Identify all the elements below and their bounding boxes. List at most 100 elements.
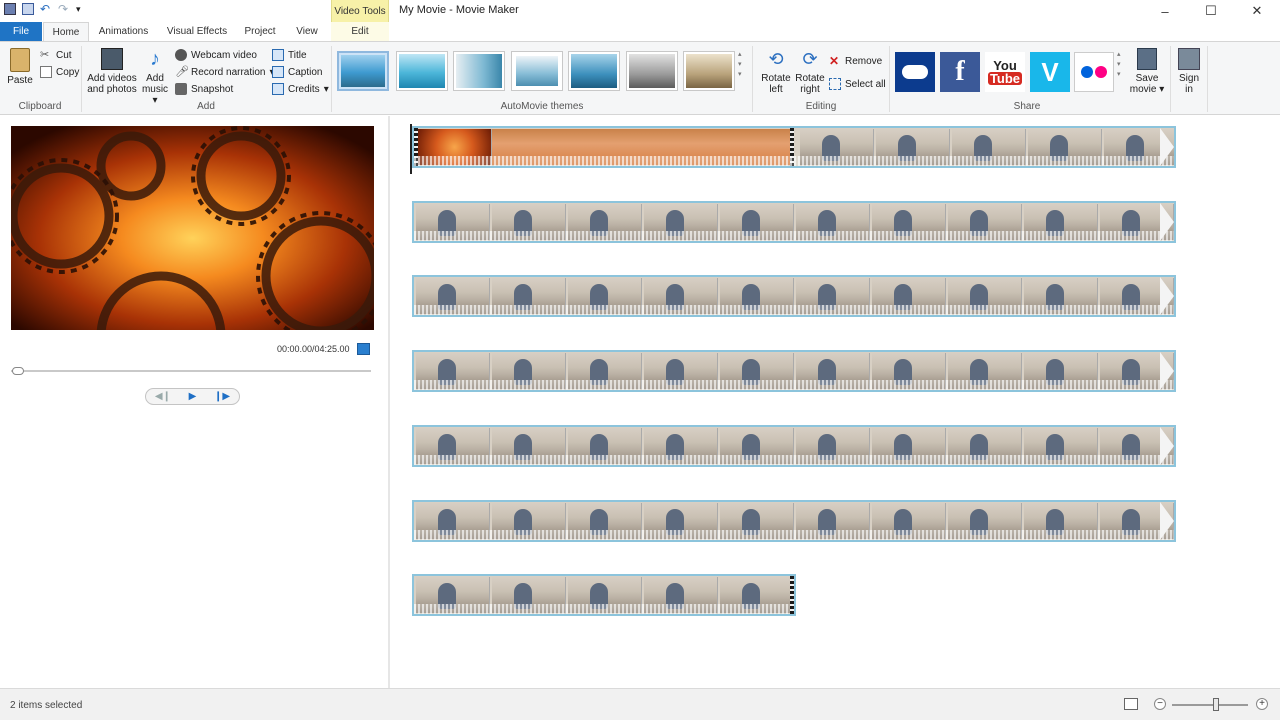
storyboard-clip-row[interactable] bbox=[412, 574, 796, 616]
theme-contemporary[interactable] bbox=[396, 51, 448, 91]
audio-waveform bbox=[414, 530, 1174, 540]
flickr-icon[interactable] bbox=[1074, 52, 1114, 92]
seek-thumb[interactable] bbox=[12, 367, 24, 375]
select-all-button[interactable]: Select all bbox=[829, 76, 886, 92]
chevron-down-icon[interactable]: ▾ bbox=[738, 60, 742, 68]
tab-animations[interactable]: Animations bbox=[92, 22, 155, 41]
storyboard-clip-row[interactable] bbox=[412, 126, 1176, 168]
zoom-slider[interactable] bbox=[1172, 704, 1248, 706]
youtube-icon[interactable]: You Tube bbox=[985, 52, 1025, 92]
audio-waveform bbox=[414, 156, 1174, 166]
theme-default[interactable] bbox=[337, 51, 389, 91]
sign-in-button[interactable]: Sign in bbox=[1175, 48, 1203, 95]
webcam-icon bbox=[175, 49, 187, 61]
minimize-button[interactable]: – bbox=[1142, 0, 1188, 22]
zoom-in-icon[interactable]: + bbox=[1256, 698, 1268, 710]
camera-icon bbox=[175, 83, 187, 95]
status-bar: 2 items selected − + bbox=[0, 688, 1280, 720]
record-narration-button[interactable]: 🎤︎ Record narration ▾ bbox=[175, 64, 275, 80]
rotate-left-button[interactable]: ⟲ Rotate left bbox=[758, 48, 794, 95]
clip-end-marker bbox=[790, 576, 794, 614]
rotate-right-icon: ⟳ bbox=[802, 49, 818, 69]
storyboard-clip-row[interactable] bbox=[412, 201, 1176, 243]
save-movie-button[interactable]: Save movie ▾ bbox=[1129, 48, 1165, 95]
previous-frame-icon[interactable]: ◀❙ bbox=[155, 391, 171, 402]
app-icon bbox=[4, 3, 16, 15]
onedrive-icon[interactable] bbox=[895, 52, 935, 92]
title-bar: ↶ ↷ ▾ My Movie - Movie Maker – ☐ ✕ bbox=[0, 0, 1280, 22]
chevron-up-icon[interactable]: ▴ bbox=[738, 50, 742, 58]
vimeo-icon[interactable]: V bbox=[1030, 52, 1070, 92]
webcam-video-button[interactable]: Webcam video bbox=[175, 47, 257, 63]
ribbon: Paste ✂ Cut Copy Clipboard Add videos an… bbox=[0, 41, 1280, 115]
title-icon bbox=[272, 49, 284, 61]
caption-button[interactable]: Caption bbox=[272, 64, 322, 80]
tab-edit[interactable]: Edit bbox=[331, 22, 389, 41]
cut-button[interactable]: ✂ Cut bbox=[40, 47, 72, 63]
video-tools-header: Video Tools bbox=[331, 0, 389, 22]
zoom-thumb[interactable] bbox=[1213, 698, 1219, 711]
separator bbox=[1170, 46, 1171, 112]
share-group-label: Share bbox=[1013, 101, 1041, 112]
credits-icon bbox=[272, 83, 284, 95]
close-button[interactable]: ✕ bbox=[1234, 0, 1280, 22]
tab-visual-effects[interactable]: Visual Effects bbox=[162, 22, 232, 41]
seek-bar[interactable] bbox=[11, 370, 371, 372]
theme-sepia[interactable] bbox=[683, 51, 735, 91]
theme-fade[interactable] bbox=[453, 51, 505, 91]
audio-waveform bbox=[414, 380, 1174, 390]
pane-divider[interactable] bbox=[388, 116, 390, 688]
save-icon[interactable] bbox=[22, 3, 34, 15]
rotate-left-icon: ⟲ bbox=[768, 49, 784, 69]
more-icon[interactable]: ▾ bbox=[738, 70, 742, 78]
tab-home[interactable]: Home bbox=[43, 22, 89, 41]
snapshot-button[interactable]: Snapshot bbox=[175, 81, 233, 97]
title-button[interactable]: Title bbox=[272, 47, 307, 63]
redo-icon[interactable]: ↷ bbox=[58, 3, 70, 15]
add-music-button[interactable]: ♪ Add music ▾ bbox=[140, 48, 170, 106]
playhead[interactable] bbox=[410, 124, 412, 174]
select-all-icon bbox=[829, 78, 841, 90]
tab-file[interactable]: File bbox=[0, 22, 42, 41]
microphone-icon: 🎤︎ bbox=[175, 66, 189, 78]
storyboard-clip-row[interactable] bbox=[412, 500, 1176, 542]
music-note-icon: ♪ bbox=[150, 48, 160, 70]
video-preview[interactable] bbox=[11, 126, 374, 330]
tab-project[interactable]: Project bbox=[239, 22, 281, 41]
credits-button[interactable]: Credits ▾ bbox=[272, 81, 329, 97]
thumbnail-size-icon[interactable] bbox=[1124, 698, 1138, 710]
theme-pan-zoom[interactable] bbox=[511, 51, 563, 91]
remove-x-icon: ✕ bbox=[829, 54, 840, 68]
storyboard-clip-row[interactable] bbox=[412, 350, 1176, 392]
editing-group-label: Editing bbox=[805, 101, 837, 112]
storyboard-clip-row[interactable] bbox=[412, 275, 1176, 317]
audio-waveform bbox=[414, 455, 1174, 465]
facebook-icon[interactable]: f bbox=[940, 52, 980, 92]
clipboard-group-label: Clipboard bbox=[18, 101, 62, 112]
remove-button[interactable]: ✕ Remove bbox=[829, 53, 882, 69]
customize-qat-icon[interactable]: ▾ bbox=[76, 3, 88, 15]
paste-button[interactable]: Paste bbox=[6, 48, 34, 86]
copy-button[interactable]: Copy bbox=[40, 64, 79, 80]
rotate-right-button[interactable]: ⟳ Rotate right bbox=[792, 48, 828, 95]
chevron-down-icon: ▾ bbox=[1156, 84, 1165, 95]
share-scroll[interactable]: ▴ ▾ ▾ bbox=[1117, 50, 1121, 78]
zoom-out-icon[interactable]: − bbox=[1154, 698, 1166, 710]
audio-waveform bbox=[414, 305, 1174, 315]
add-videos-button[interactable]: Add videos and photos bbox=[86, 48, 138, 95]
audio-waveform bbox=[414, 231, 1174, 241]
next-frame-icon[interactable]: ❙▶ bbox=[214, 391, 230, 402]
chevron-up-icon[interactable]: ▴ bbox=[1117, 50, 1121, 58]
maximize-button[interactable]: ☐ bbox=[1188, 0, 1234, 22]
chevron-down-icon[interactable]: ▾ bbox=[1117, 60, 1121, 68]
undo-icon[interactable]: ↶ bbox=[40, 3, 52, 15]
caption-icon bbox=[272, 66, 284, 78]
play-icon[interactable]: ▶ bbox=[189, 391, 197, 402]
theme-cinematic[interactable] bbox=[568, 51, 620, 91]
fullscreen-icon[interactable] bbox=[357, 343, 370, 355]
theme-black-white[interactable] bbox=[626, 51, 678, 91]
tab-view[interactable]: View bbox=[289, 22, 325, 41]
storyboard-clip-row[interactable] bbox=[412, 425, 1176, 467]
themes-scroll[interactable]: ▴ ▾ ▾ bbox=[738, 50, 742, 78]
more-icon[interactable]: ▾ bbox=[1117, 70, 1121, 78]
